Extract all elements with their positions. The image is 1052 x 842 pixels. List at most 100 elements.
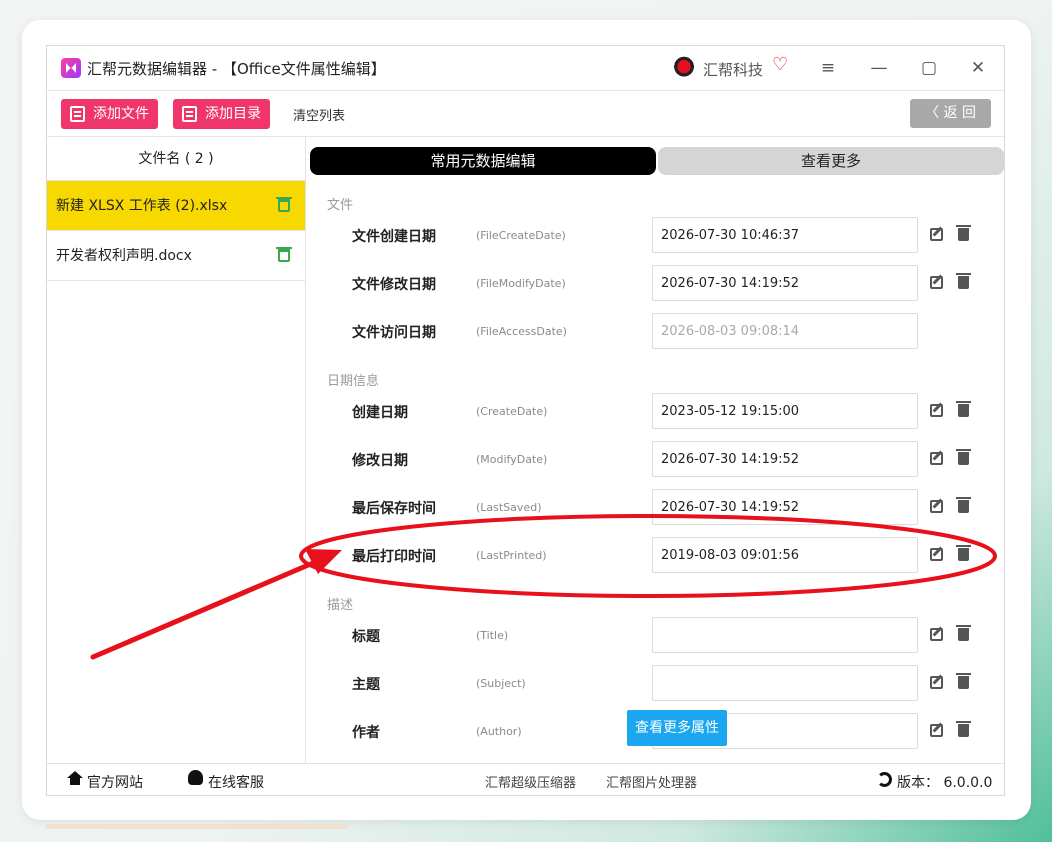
trash-icon[interactable] [956,545,971,561]
toolbar: 添加文件 添加目录 清空列表 〈 返 回 [47,90,1004,137]
brand-name: 汇帮科技 [703,61,764,79]
field-label: 作者 [352,725,380,741]
add-directory-button[interactable]: 添加目录 [173,99,270,129]
trash-icon[interactable] [956,673,971,689]
field-label: 最后打印时间 [352,549,436,565]
version-label: 版本： 6.0.0.0 [897,775,993,791]
field-row-file-access-date: 文件访问日期 (FileAccessDate) [307,313,1004,349]
file-name: 开发者权利声明.docx [56,248,192,264]
back-button[interactable]: 〈 返 回 [910,99,991,128]
heart-icon[interactable]: ♡ [772,55,792,75]
trash-icon[interactable] [956,721,971,737]
file-list-header: 文件名 ( 2 ) [47,137,305,181]
field-key: (FileModifyDate) [476,277,566,290]
edit-icon[interactable] [930,548,943,561]
tab-view-more[interactable]: 查看更多 [658,147,1004,175]
home-icon [67,771,83,785]
field-label: 最后保存时间 [352,501,436,517]
edit-icon[interactable] [930,404,943,417]
field-label: 修改日期 [352,453,408,469]
folder-icon [182,106,197,122]
edit-icon[interactable] [930,724,943,737]
trash-icon[interactable] [956,449,971,465]
edit-icon[interactable] [930,228,943,241]
compressor-link[interactable]: 汇帮超级压缩器 [485,772,576,791]
section-title-date: 日期信息 [327,374,380,389]
file-list-item[interactable]: 新建 XLSX 工作表 (2).xlsx [47,181,305,231]
trash-icon[interactable] [956,225,971,241]
field-label: 创建日期 [352,405,408,421]
field-key: (LastSaved) [476,501,542,514]
last-saved-input[interactable] [652,489,918,525]
online-support-link[interactable]: 在线客服 [208,772,264,792]
trash-icon[interactable] [956,401,971,417]
last-printed-input[interactable] [652,537,918,573]
trash-icon[interactable] [956,625,971,641]
title-input[interactable] [652,617,918,653]
file-list-panel: 文件名 ( 2 ) 新建 XLSX 工作表 (2).xlsx 开发者权利声明.d… [47,137,306,763]
menu-button[interactable]: ≡ [816,56,840,80]
field-key: (FileCreateDate) [476,229,566,242]
field-row-file-create-date: 文件创建日期 (FileCreateDate) [307,217,1004,253]
field-row-modify-date: 修改日期 (ModifyDate) [307,441,1004,477]
modify-date-input[interactable] [652,441,918,477]
title-bar: 汇帮元数据编辑器 - 【Office文件属性编辑】 汇帮科技 ♡ ≡ — ▢ ✕ [47,46,1004,90]
field-row-create-date: 创建日期 (CreateDate) [307,393,1004,429]
subject-input[interactable] [652,665,918,701]
section-title-description: 描述 [327,598,354,613]
field-label: 文件创建日期 [352,229,436,245]
edit-icon[interactable] [930,500,943,513]
field-label: 文件修改日期 [352,277,436,293]
trash-icon[interactable] [956,497,971,513]
file-list-item[interactable]: 开发者权利声明.docx [47,231,305,281]
edit-icon[interactable] [930,676,943,689]
window-title: 汇帮元数据编辑器 - 【Office文件属性编辑】 [87,60,386,78]
official-website-link[interactable]: 官方网站 [87,772,143,792]
field-key: (LastPrinted) [476,549,547,562]
field-row-last-saved: 最后保存时间 (LastSaved) [307,489,1004,525]
field-key: (FileAccessDate) [476,325,567,338]
file-modify-date-input[interactable] [652,265,918,301]
field-key: (CreateDate) [476,405,548,418]
edit-icon[interactable] [930,452,943,465]
clear-list-button[interactable]: 清空列表 [293,105,345,124]
view-more-properties-button[interactable]: 查看更多属性 [627,710,727,746]
image-tool-link[interactable]: 汇帮图片处理器 [606,772,697,791]
field-row-last-printed: 最后打印时间 (LastPrinted) [307,537,1004,573]
brand-logo-icon [668,52,698,82]
field-label: 主题 [352,677,380,693]
close-button[interactable]: ✕ [966,56,990,80]
add-file-button[interactable]: 添加文件 [61,99,158,129]
field-key: (ModifyDate) [476,453,548,466]
decorative-stripe [46,824,348,829]
field-label: 文件访问日期 [352,325,436,341]
create-date-input[interactable] [652,393,918,429]
file-name: 新建 XLSX 工作表 (2).xlsx [56,198,228,214]
field-row-file-modify-date: 文件修改日期 (FileModifyDate) [307,265,1004,301]
add-directory-label: 添加目录 [205,106,261,122]
tab-common-metadata[interactable]: 常用元数据编辑 [310,147,656,175]
section-title-file: 文件 [327,198,354,213]
file-access-date-input [652,313,918,349]
file-create-date-input[interactable] [652,217,918,253]
file-icon [70,106,85,122]
trash-icon[interactable] [956,273,971,289]
delete-file-icon[interactable] [276,247,292,262]
app-window: 汇帮元数据编辑器 - 【Office文件属性编辑】 汇帮科技 ♡ ≡ — ▢ ✕… [46,45,1005,796]
edit-icon[interactable] [930,276,943,289]
app-logo-icon [61,58,81,78]
add-file-label: 添加文件 [93,106,149,122]
metadata-panel: 常用元数据编辑 查看更多 文件 文件创建日期 (FileCreateDate) … [307,137,1004,763]
field-row-title: 标题 (Title) [307,617,1004,653]
status-bar: 官方网站 在线客服 汇帮超级压缩器 汇帮图片处理器 版本： 6.0.0.0 [47,763,1004,795]
field-row-subject: 主题 (Subject) [307,665,1004,701]
minimize-button[interactable]: — [867,56,891,80]
maximize-button[interactable]: ▢ [917,56,941,80]
field-key: (Subject) [476,677,526,690]
refresh-icon[interactable] [877,772,892,787]
support-icon [188,770,203,785]
delete-file-icon[interactable] [276,197,292,212]
field-key: (Author) [476,725,522,738]
field-label: 标题 [352,629,380,645]
edit-icon[interactable] [930,628,943,641]
